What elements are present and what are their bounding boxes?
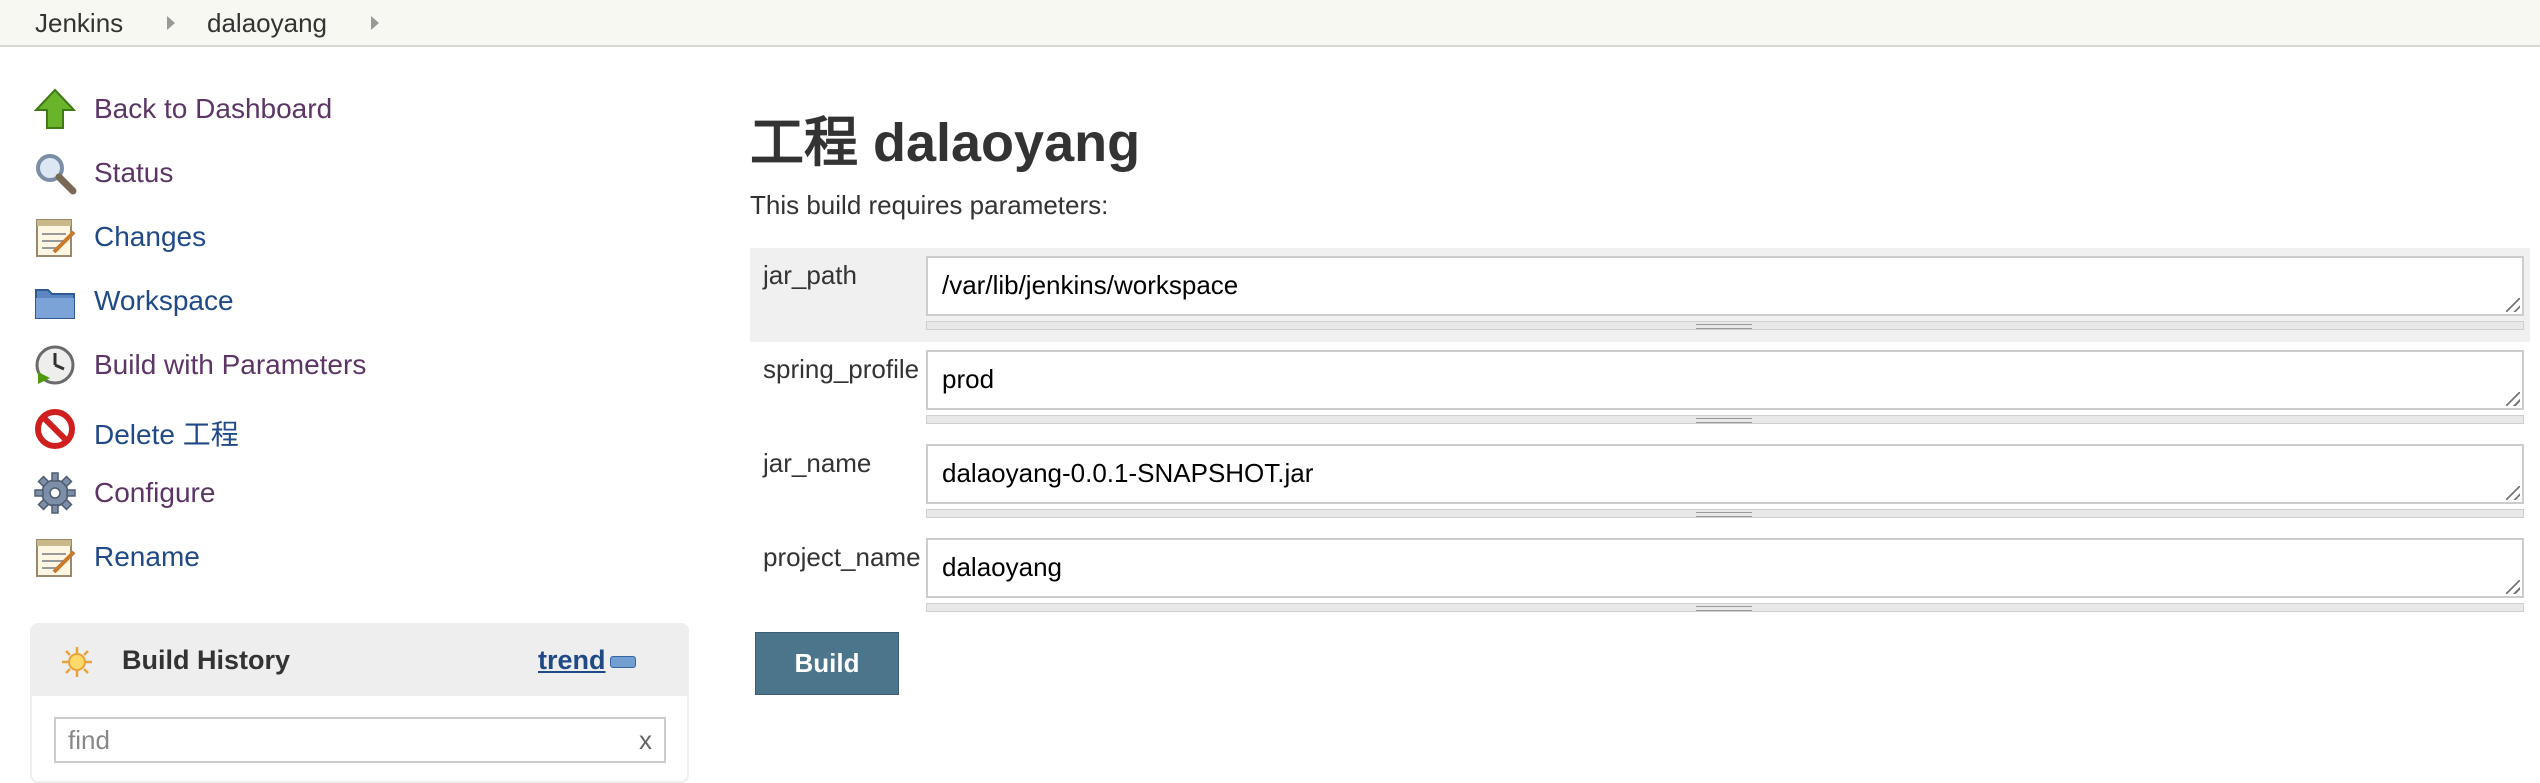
parameters-intro: This build requires parameters: [750, 190, 1109, 220]
clear-search-button[interactable]: x [639, 725, 652, 756]
page-title: 工程 dalaoyang [750, 113, 1141, 173]
sidebar-item-label[interactable]: Back to Dashboard [94, 93, 332, 125]
textarea-resize-grip[interactable] [926, 321, 2524, 330]
spring-profile-input[interactable] [940, 352, 2484, 406]
build-history-header: Build History trend [32, 625, 687, 696]
notepad-icon [36, 219, 76, 257]
parameter-row-project-name: project_name [750, 530, 2530, 624]
up-arrow-icon [33, 88, 77, 129]
sidebar-item-label[interactable]: Delete 工程 [94, 413, 239, 453]
build-history-search-input[interactable] [66, 719, 610, 761]
breadcrumb-separator-icon[interactable] [167, 16, 175, 30]
clock-build-icon [35, 345, 75, 385]
parameter-value-box [926, 444, 2524, 504]
gear-icon [34, 472, 76, 514]
parameter-row-jar-path: jar_path [750, 248, 2530, 342]
sun-icon [62, 647, 92, 677]
breadcrumb-jenkins[interactable]: Jenkins [35, 8, 123, 39]
build-button[interactable]: Build [755, 632, 899, 695]
parameter-name: spring_profile [763, 354, 920, 384]
jar-name-input[interactable] [940, 446, 2484, 500]
magnifier-icon [36, 154, 77, 195]
breadcrumb-separator-icon[interactable] [371, 16, 379, 30]
sidebar-item-label[interactable]: Status [94, 157, 173, 189]
sidebar-item-label[interactable]: Changes [94, 221, 206, 253]
textarea-resize-grip[interactable] [926, 603, 2524, 612]
parameter-name: jar_name [763, 448, 872, 478]
sidebar-item-label[interactable]: Build with Parameters [94, 349, 366, 381]
sidebar-item-label[interactable]: Rename [94, 541, 200, 573]
parameter-value-box [926, 538, 2524, 598]
textarea-resize-grip[interactable] [926, 509, 2524, 518]
notepad-icon [36, 539, 76, 577]
trend-toggle-icon[interactable] [610, 656, 636, 668]
sidebar-item-label[interactable]: Configure [94, 477, 215, 509]
resize-handle-icon[interactable] [2506, 580, 2520, 594]
parameter-name: project_name [763, 542, 921, 572]
parameter-value-box [926, 256, 2524, 316]
parameter-row-jar-name: jar_name [750, 436, 2530, 530]
textarea-resize-grip[interactable] [926, 415, 2524, 424]
build-history-widget: Build History trend x [30, 623, 689, 783]
build-history-title: Build History [122, 645, 291, 675]
project-name-input[interactable] [940, 540, 2484, 594]
folder-icon [35, 289, 75, 319]
parameter-name: jar_path [763, 260, 857, 290]
no-entry-icon [35, 409, 75, 449]
sidebar-item-label[interactable]: Workspace [94, 285, 234, 317]
breadcrumb: Jenkins dalaoyang [0, 0, 2540, 47]
parameter-row-spring-profile: spring_profile [750, 342, 2530, 436]
parameter-value-box [926, 350, 2524, 410]
build-history-search: x [54, 717, 666, 763]
breadcrumb-dalaoyang[interactable]: dalaoyang [207, 8, 327, 39]
resize-handle-icon[interactable] [2506, 392, 2520, 406]
resize-handle-icon[interactable] [2506, 298, 2520, 312]
jar-path-input[interactable] [940, 258, 2484, 312]
trend-link[interactable]: trend [538, 645, 606, 676]
resize-handle-icon[interactable] [2506, 486, 2520, 500]
